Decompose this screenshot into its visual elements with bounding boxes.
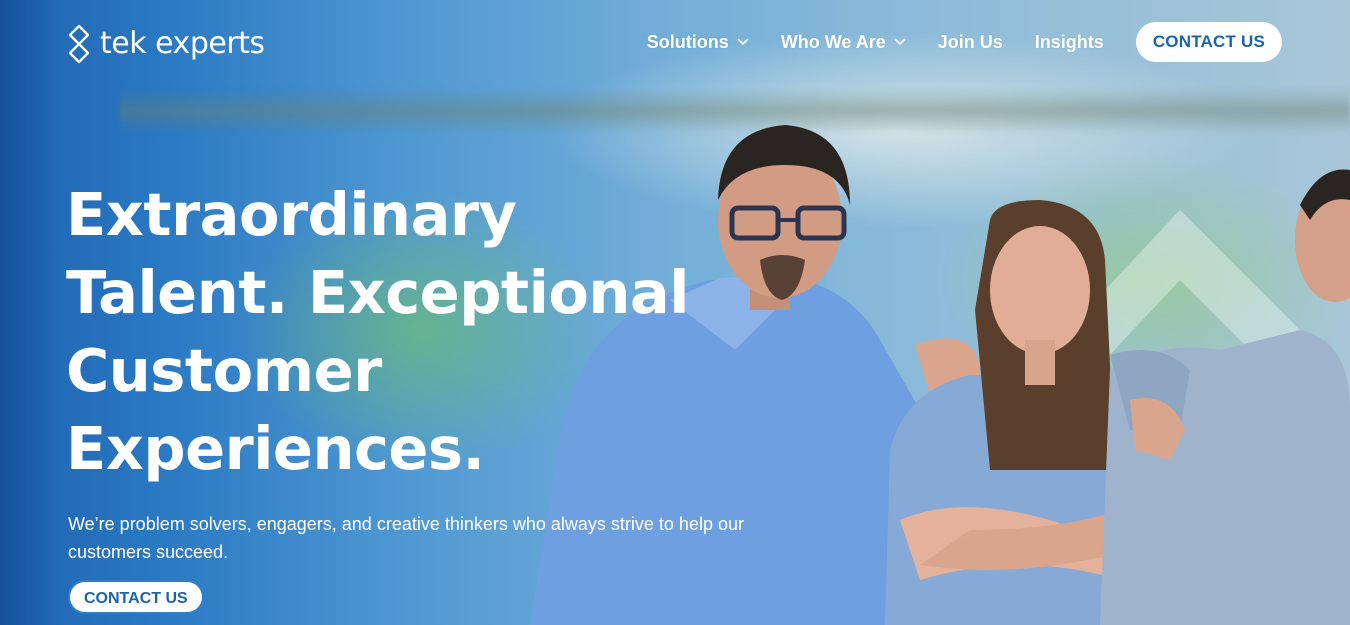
nav-item-label: Insights [1034,31,1104,52]
hero-headline-line: Experiences. [66,414,485,483]
hero-left-shade [0,0,60,625]
nav-item-solutions[interactable]: Solutions [647,32,749,53]
brand-name: tek experts [100,26,265,61]
nav-item-who-we-are[interactable]: Who We Are [781,32,906,53]
hero-headline-line: Talent. Exceptional [66,258,689,327]
person-man-right [1100,169,1350,625]
hero-headline: Extraordinary Talent. Exceptional Custom… [66,176,766,488]
chevron-down-icon [894,38,906,46]
nav-item-label: Join Us [937,31,1003,52]
hero-headline-line: Extraordinary [66,180,517,249]
hero-headline-line: Customer [66,336,382,405]
nav-contact-us-button[interactable]: CONTACT US [1135,22,1282,62]
hero-subtext: We’re problem solvers, engagers, and cre… [68,514,744,562]
hero-section: tek experts Solutions Who We Are Join Us… [0,0,1350,625]
nav-item-insights[interactable]: Insights [1035,32,1104,53]
tek-experts-logo-icon [68,24,90,64]
brand-logo[interactable]: tek experts [66,24,265,64]
main-nav: Solutions Who We Are Join Us Insights CO… [647,22,1282,62]
nav-item-join-us[interactable]: Join Us [938,32,1003,53]
site-header: tek experts Solutions Who We Are Join Us… [0,0,1350,86]
chevron-down-icon [737,38,749,46]
nav-item-label: Who We Are [780,31,886,52]
hero-contact-us-button[interactable]: CONTACT US [68,580,204,614]
nav-item-label: Solutions [646,31,729,52]
